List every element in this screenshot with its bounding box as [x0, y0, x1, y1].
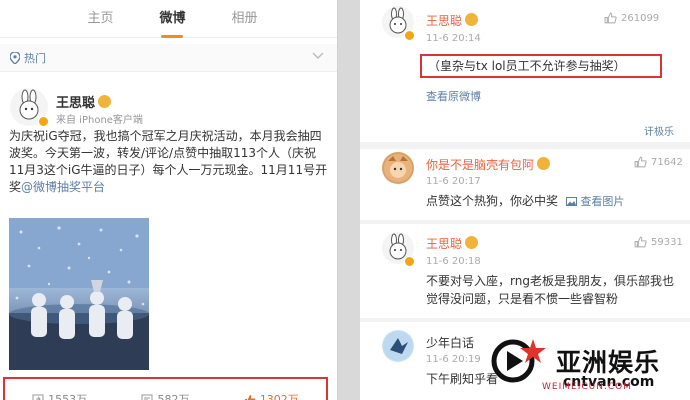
comment-text: 下午刷知乎看 [426, 372, 499, 386]
comment-author-name[interactable]: 你是不是脑壳有包阿 [426, 158, 534, 172]
tab-home[interactable]: 主页 [87, 0, 113, 38]
comment-button[interactable]: 582万 [141, 391, 189, 400]
like-count: 1302万 [259, 393, 299, 400]
like-button[interactable]: 1302万 [244, 391, 299, 400]
thumbs-up-icon [604, 12, 617, 24]
comment-author-name[interactable]: 王思聪 [426, 237, 462, 251]
watermark-stamp: WEIMEICUN.COM [542, 382, 632, 392]
location-pin-icon [10, 51, 20, 64]
comment-author-name[interactable]: 王思聪 [426, 14, 462, 28]
divider [360, 318, 690, 322]
celebration-photo-icon [9, 218, 149, 370]
comment-author[interactable]: 你是不是脑壳有包阿 [426, 156, 551, 173]
comment-time: 11-6 20:17 [426, 176, 481, 187]
comment-time: 11-6 20:19 [426, 354, 481, 365]
comment-like-count: 59331 [651, 236, 683, 248]
repost-count: 1553万 [48, 393, 88, 400]
hot-label: 热门 [24, 51, 46, 65]
bird-avatar-icon [383, 331, 413, 361]
comment-time: 11-6 20:18 [426, 256, 481, 267]
crown-badge-icon [537, 157, 551, 170]
comment-like-button[interactable]: 71642 [634, 156, 683, 168]
post-action-bar: 1553万 582万 1302万 [3, 377, 328, 400]
comment-body: 点赞这个热狗，你必中奖 [426, 194, 559, 208]
view-original-link[interactable]: 查看原微博 [426, 88, 481, 104]
post-author-name[interactable]: 王思聪 [56, 96, 95, 111]
profile-tabs: 主页 微博 相册 [0, 0, 337, 38]
verified-badge-icon [404, 256, 415, 267]
comment-text: 点赞这个热狗，你必中奖 查看图片 [426, 192, 624, 211]
comment-icon [141, 394, 153, 400]
thumbs-up-icon [634, 236, 647, 248]
comment-like-button[interactable]: 59331 [634, 236, 683, 248]
expand-replies-link[interactable]: 讦极乐 [644, 123, 674, 138]
image-icon [565, 197, 577, 206]
tab-album[interactable]: 相册 [232, 0, 258, 38]
cartoon-avatar-icon [384, 154, 412, 182]
view-image-label: 查看图片 [580, 195, 625, 208]
weibo-post-panel: 主页 微博 相册 热门 王思聪 来自 iPhone客户端 为庆祝iG夺冠，我也搞… [0, 0, 338, 400]
view-image-link[interactable]: 查看图片 [565, 195, 625, 208]
repost-icon [32, 394, 44, 400]
comment-like-count: 71642 [651, 156, 683, 168]
verified-badge-icon [38, 116, 49, 127]
post-image[interactable] [9, 218, 149, 370]
crown-badge-icon [98, 95, 112, 108]
highlighted-comment-text: （皇杂与tx lol员工不允许参与抽奖） [420, 54, 662, 78]
post-text: 为庆祝iG夺冠，我也搞个冠军之月庆祝活动，本月我会抽四波奖。今天第一波，转发/评… [9, 128, 331, 196]
crown-badge-icon [465, 236, 479, 249]
mention-link[interactable]: @微博抽奖平台 [21, 180, 105, 194]
tab-weibo[interactable]: 微博 [159, 0, 186, 38]
post-source: 来自 iPhone客户端 [56, 115, 143, 126]
comment-text: 不要对号入座，rng老板是我朋友，俱乐部我也觉得没问题，只是看不惯一些睿智粉 [426, 274, 674, 306]
thumbs-up-icon [244, 394, 256, 400]
comment-author[interactable]: 王思聪 [426, 12, 479, 29]
comment-like-button[interactable]: 261099 [604, 12, 659, 24]
avatar[interactable] [382, 152, 414, 184]
verified-badge-icon [404, 30, 415, 41]
divider [360, 142, 690, 149]
divider [360, 220, 690, 224]
thumbs-up-icon [634, 156, 647, 168]
comment-like-count: 261099 [621, 12, 660, 24]
hot-section-bar[interactable]: 热门 [0, 44, 337, 72]
comment-count: 582万 [157, 393, 190, 400]
repost-button[interactable]: 1553万 [32, 391, 87, 400]
watermark-logo-icon [491, 339, 546, 383]
crown-badge-icon [465, 13, 479, 26]
comment-author[interactable]: 王思聪 [426, 235, 479, 252]
post-author[interactable]: 王思聪 [56, 92, 112, 111]
chevron-down-icon[interactable] [312, 52, 324, 60]
comment-time: 11-6 20:14 [426, 33, 481, 44]
avatar[interactable] [382, 330, 414, 362]
comment-author[interactable]: 少年白话 [426, 334, 474, 351]
expand-label: 讦极乐 [644, 127, 674, 138]
